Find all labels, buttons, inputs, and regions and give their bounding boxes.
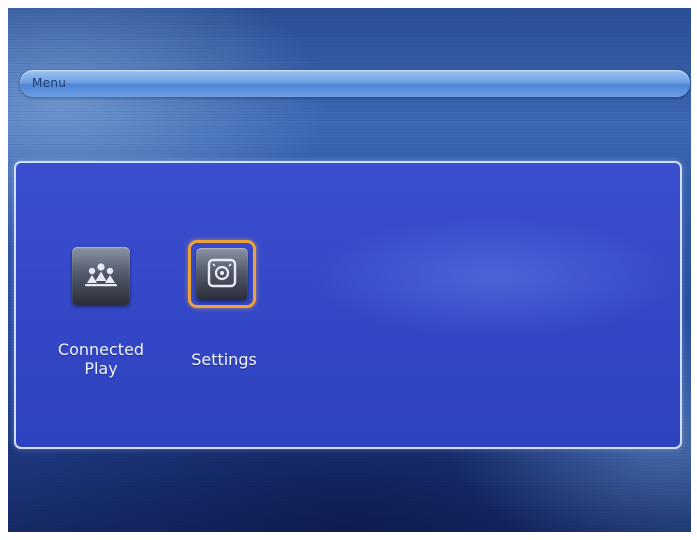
connected-play-label: Connected Play [46, 340, 156, 378]
settings-button[interactable] [196, 248, 248, 300]
settings-label: Settings [191, 350, 257, 369]
connected-play-label-line-1: Connected [57, 340, 145, 359]
connected-play-button[interactable] [72, 247, 130, 305]
menu-bar [20, 70, 690, 97]
settings-icon [207, 258, 237, 288]
photo-frame: Menu Connected Play Settings [0, 0, 697, 540]
connected-play-label-line-2: Play [84, 359, 118, 378]
connected-play-icon [85, 263, 117, 287]
menu-panel [14, 161, 682, 449]
menu-title: Menu [32, 76, 67, 90]
